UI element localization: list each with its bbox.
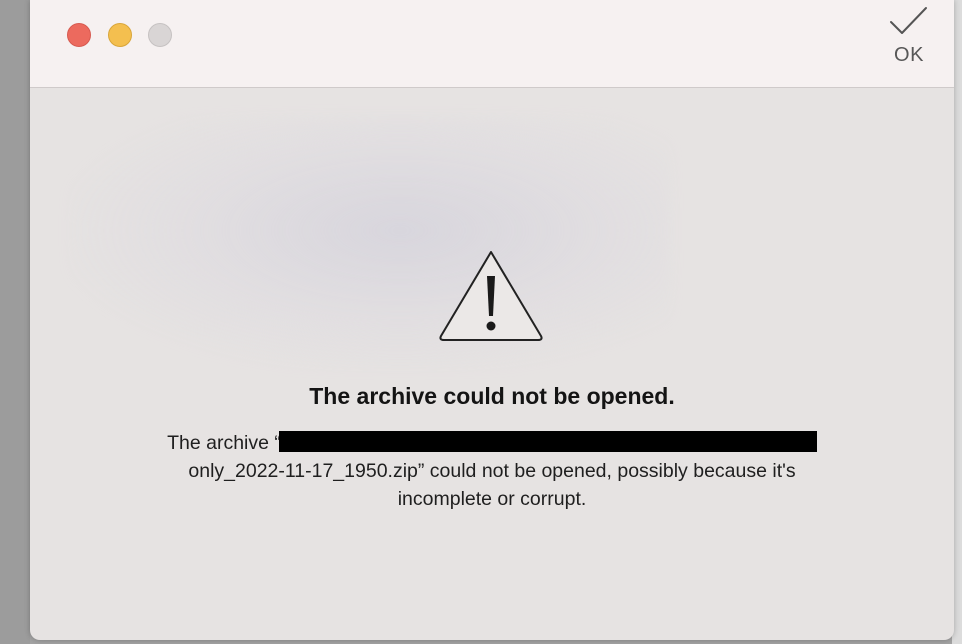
alert-content: The archive could not be opened. The arc… (30, 88, 954, 640)
blurred-background (70, 118, 670, 368)
background-window-left (0, 0, 30, 644)
message-line-2: only_2022-11-17_1950.zip” could not be o… (188, 460, 796, 482)
minimize-window-button[interactable] (108, 23, 132, 47)
message-line-3: incomplete or corrupt. (397, 488, 587, 510)
alert-window: OK The archive could not be opened. The … (30, 0, 954, 640)
zoom-window-button[interactable] (148, 23, 172, 47)
alert-message: The archive “ only_2022-11-17_1950.zip” … (100, 429, 884, 513)
alert-title: The archive could not be opened. (309, 383, 675, 409)
redacted-filename (278, 431, 817, 452)
message-prefix: The archive “ (167, 432, 281, 454)
close-window-button[interactable] (67, 23, 91, 47)
warning-triangle-icon (439, 251, 543, 341)
checkmark-icon (890, 7, 927, 34)
ok-button[interactable]: OK (878, 6, 940, 82)
title-bar: OK (30, 0, 954, 88)
ok-label: OK (894, 44, 924, 66)
